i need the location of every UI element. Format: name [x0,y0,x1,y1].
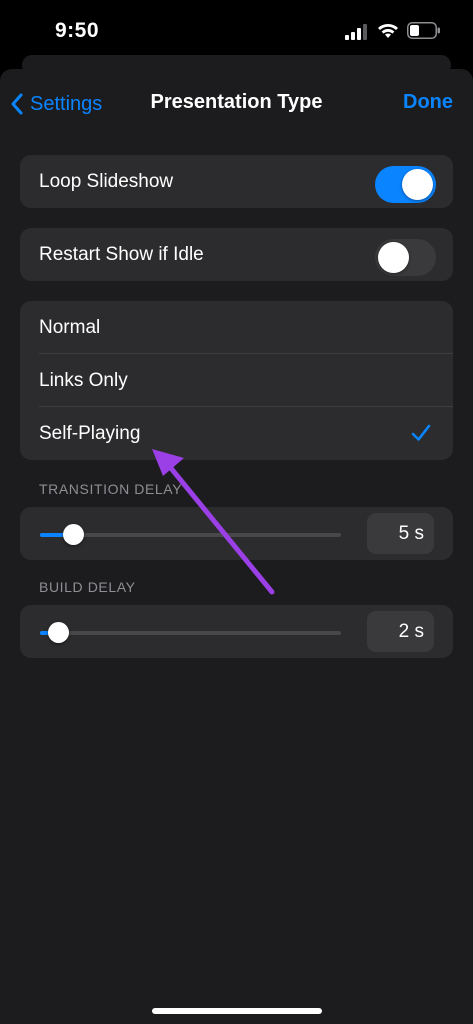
restart-idle-group: Restart Show if Idle [20,228,453,281]
restart-idle-label: Restart Show if Idle [39,243,204,265]
status-time: 9:50 [55,19,100,42]
cellular-signal-icon [345,24,367,40]
loop-slideshow-row: Loop Slideshow [20,155,453,208]
loop-slideshow-group: Loop Slideshow [20,155,453,208]
transition-delay-group: 5 s [20,507,453,560]
option-label: Normal [39,316,101,338]
presentation-type-sheet: Settings Presentation Type Done Loop Sli… [0,69,473,1024]
slider-thumb[interactable] [62,524,84,545]
battery-icon [407,22,440,39]
build-delay-group: 2 s [20,605,453,658]
restart-idle-row: Restart Show if Idle [20,228,453,281]
build-delay-row: 2 s [20,605,453,658]
slider-thumb[interactable] [47,622,69,643]
navigation-bar: Settings Presentation Type Done [0,69,473,139]
option-self-playing[interactable]: Self-Playing [20,407,453,460]
toggle-knob [402,169,433,200]
loop-slideshow-label: Loop Slideshow [39,170,174,192]
status-bar: 9:50 [0,0,473,62]
done-button[interactable]: Done [403,91,453,114]
toggle-knob [378,242,409,273]
option-label: Links Only [39,369,128,391]
option-links-only[interactable]: Links Only [20,354,453,407]
restart-idle-toggle[interactable] [375,239,436,276]
transition-delay-header: TRANSITION DELAY [39,481,183,497]
presentation-type-list: Normal Links Only Self-Playing [20,301,453,460]
transition-delay-value[interactable]: 5 s [367,513,434,554]
build-delay-value[interactable]: 2 s [367,611,434,652]
home-indicator [152,1008,322,1014]
option-label: Self-Playing [39,422,141,444]
transition-delay-slider[interactable] [40,524,341,545]
loop-slideshow-toggle[interactable] [375,166,436,203]
wifi-icon [378,23,398,38]
build-delay-header: BUILD DELAY [39,579,136,595]
option-normal[interactable]: Normal [20,301,453,354]
build-delay-slider[interactable] [40,622,341,643]
checkmark-icon [411,424,431,441]
transition-delay-row: 5 s [20,507,453,560]
